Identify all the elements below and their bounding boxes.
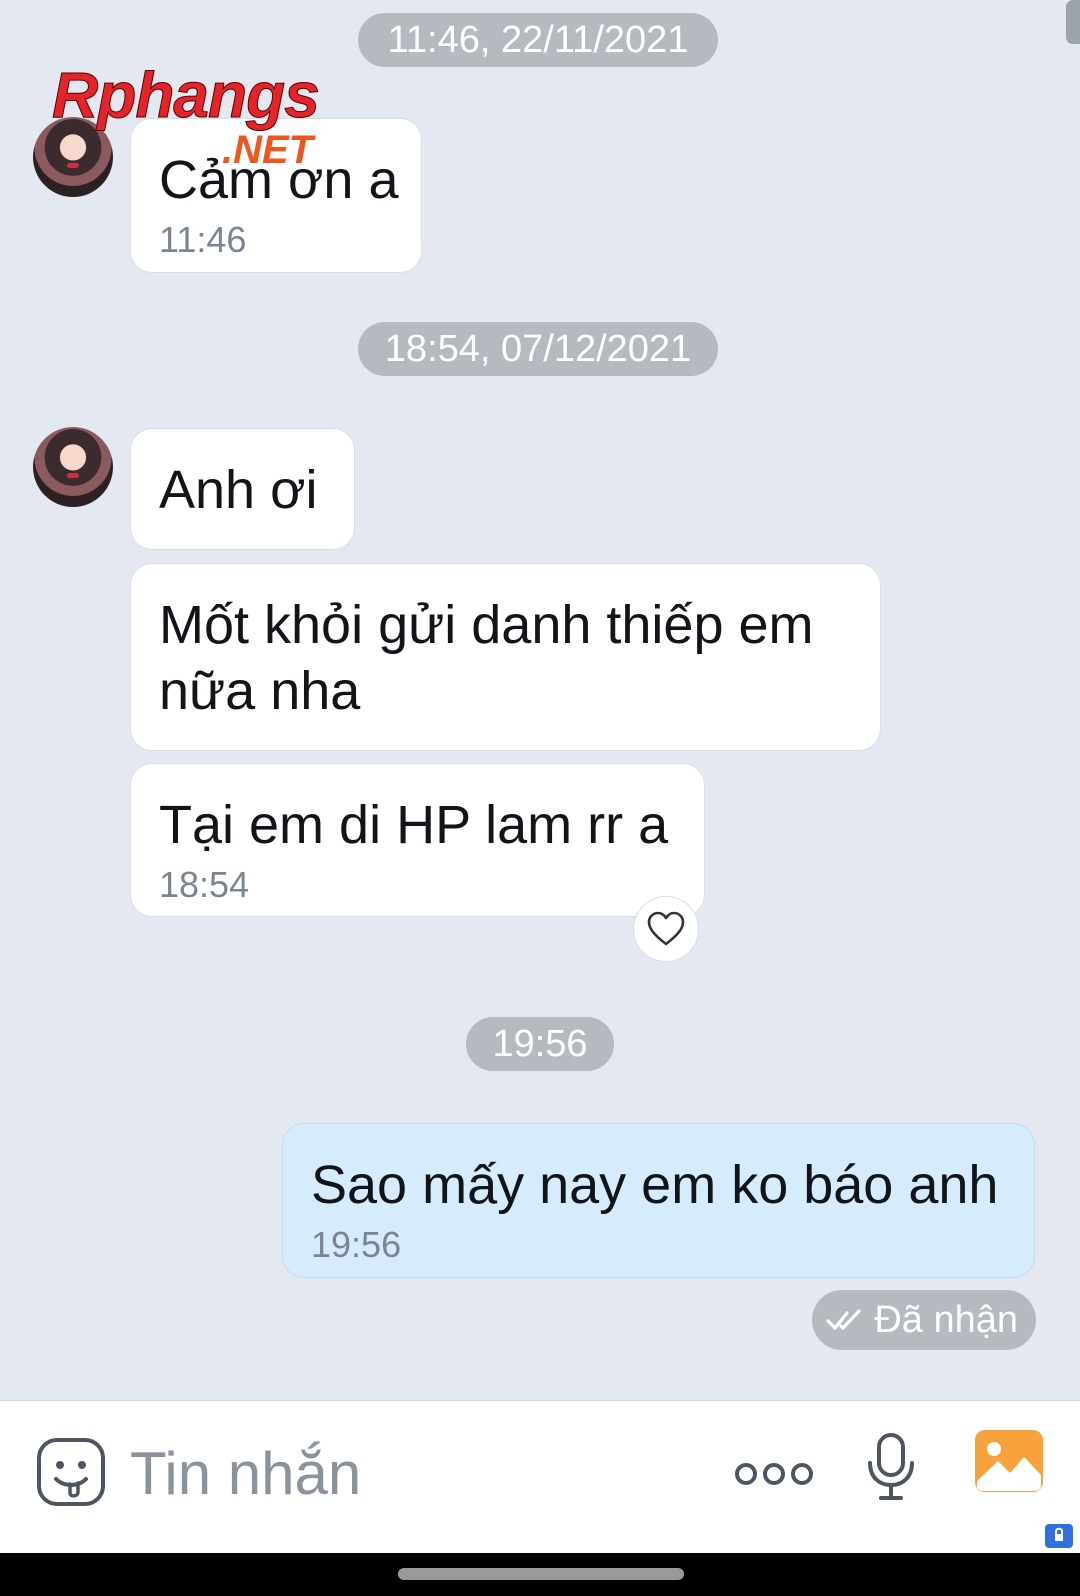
watermark-subtext: .NET — [222, 128, 314, 172]
message-text-line: nữa nha — [159, 661, 361, 721]
lock-badge — [1044, 1523, 1074, 1554]
image-icon — [975, 1430, 1043, 1492]
date-separator: 11:46, 22/11/2021 — [358, 13, 718, 67]
double-check-icon — [826, 1309, 861, 1330]
image-button[interactable] — [974, 1429, 1044, 1498]
watermark-text: Rphangs — [52, 59, 321, 132]
avatar[interactable] — [33, 427, 113, 507]
delivery-status-label: Đã nhận — [874, 1299, 1018, 1341]
chat-area[interactable]: 11:46, 22/11/2021 Cảm ơn a 11:46 Rphangs… — [0, 0, 1080, 1400]
time-separator: 19:56 — [466, 1017, 614, 1071]
home-gesture-handle[interactable] — [398, 1568, 684, 1580]
sticker-button[interactable] — [36, 1437, 106, 1512]
scrollbar-thumb[interactable] — [1066, 0, 1080, 44]
date-separator: 18:54, 07/12/2021 — [358, 322, 718, 376]
message-text-line: Mốt khỏi gửi danh thiếp em — [159, 595, 814, 655]
delivery-status: Đã nhận — [812, 1290, 1036, 1350]
message-text: Anh ơi — [159, 460, 318, 520]
message-time: 11:46 — [159, 219, 247, 260]
voice-button[interactable] — [865, 1431, 917, 1508]
watermark-logo: Rphangs .NET — [52, 58, 382, 178]
message-bubble-incoming[interactable]: Tại em di HP lam rr a 18:54 — [130, 763, 705, 917]
message-text: Tại em di HP lam rr a — [159, 795, 669, 855]
message-time: 18:54 — [159, 864, 250, 905]
message-bubble-incoming[interactable]: Anh ơi — [130, 428, 355, 550]
sticker-icon — [37, 1438, 105, 1506]
reaction-button[interactable] — [633, 896, 699, 962]
microphone-icon — [868, 1433, 914, 1500]
message-text: Sao mấy nay em ko báo anh — [311, 1155, 999, 1215]
message-input[interactable]: Tin nhắn — [130, 1439, 361, 1508]
more-dots-icon — [735, 1463, 813, 1485]
lock-icon — [1045, 1524, 1073, 1548]
message-time: 19:56 — [311, 1224, 402, 1265]
heart-icon — [647, 911, 685, 946]
more-button[interactable] — [734, 1459, 814, 1494]
message-composer: Tin nhắn — [0, 1400, 1080, 1554]
message-bubble-incoming[interactable]: Mốt khỏi gửi danh thiếp em nữa nha — [130, 563, 881, 751]
system-nav-bar — [0, 1553, 1080, 1596]
message-bubble-outgoing[interactable]: Sao mấy nay em ko báo anh 19:56 — [282, 1123, 1035, 1278]
